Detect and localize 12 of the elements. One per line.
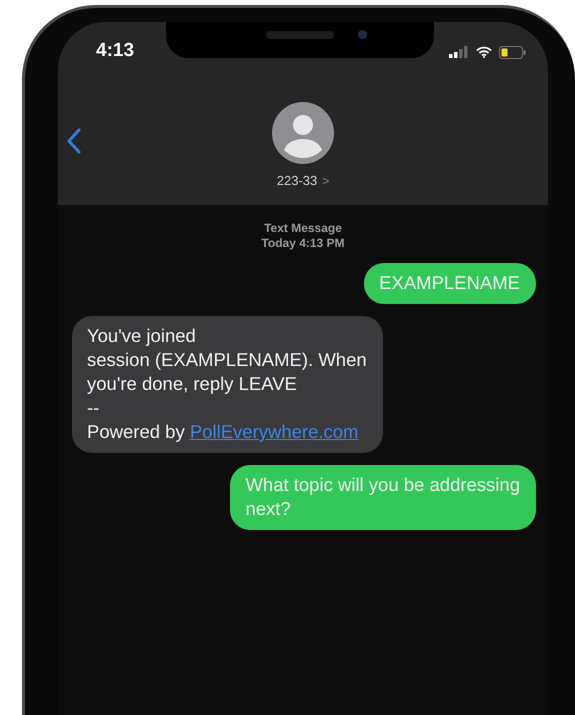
timestamp: Today 4:13 PM [261, 236, 345, 251]
service-label: Text Message [264, 221, 342, 236]
avatar-icon[interactable] [272, 102, 334, 164]
clock-time: 4:13 [96, 39, 134, 62]
message-bubble: You've joined session (EXAMPLENAME). When you're done, reply LEAVE -- Powered by PollEverywhere.com [72, 316, 383, 453]
wifi-icon [476, 46, 492, 58]
battery-icon [499, 46, 526, 58]
signal-icon [449, 46, 469, 58]
contact-name[interactable]: 223-33 > [276, 173, 330, 188]
message-bubble: EXAMPLENAME [364, 263, 536, 304]
message-bubble: What topic will you be addressing next? [230, 465, 536, 530]
back-button[interactable] [66, 128, 82, 154]
